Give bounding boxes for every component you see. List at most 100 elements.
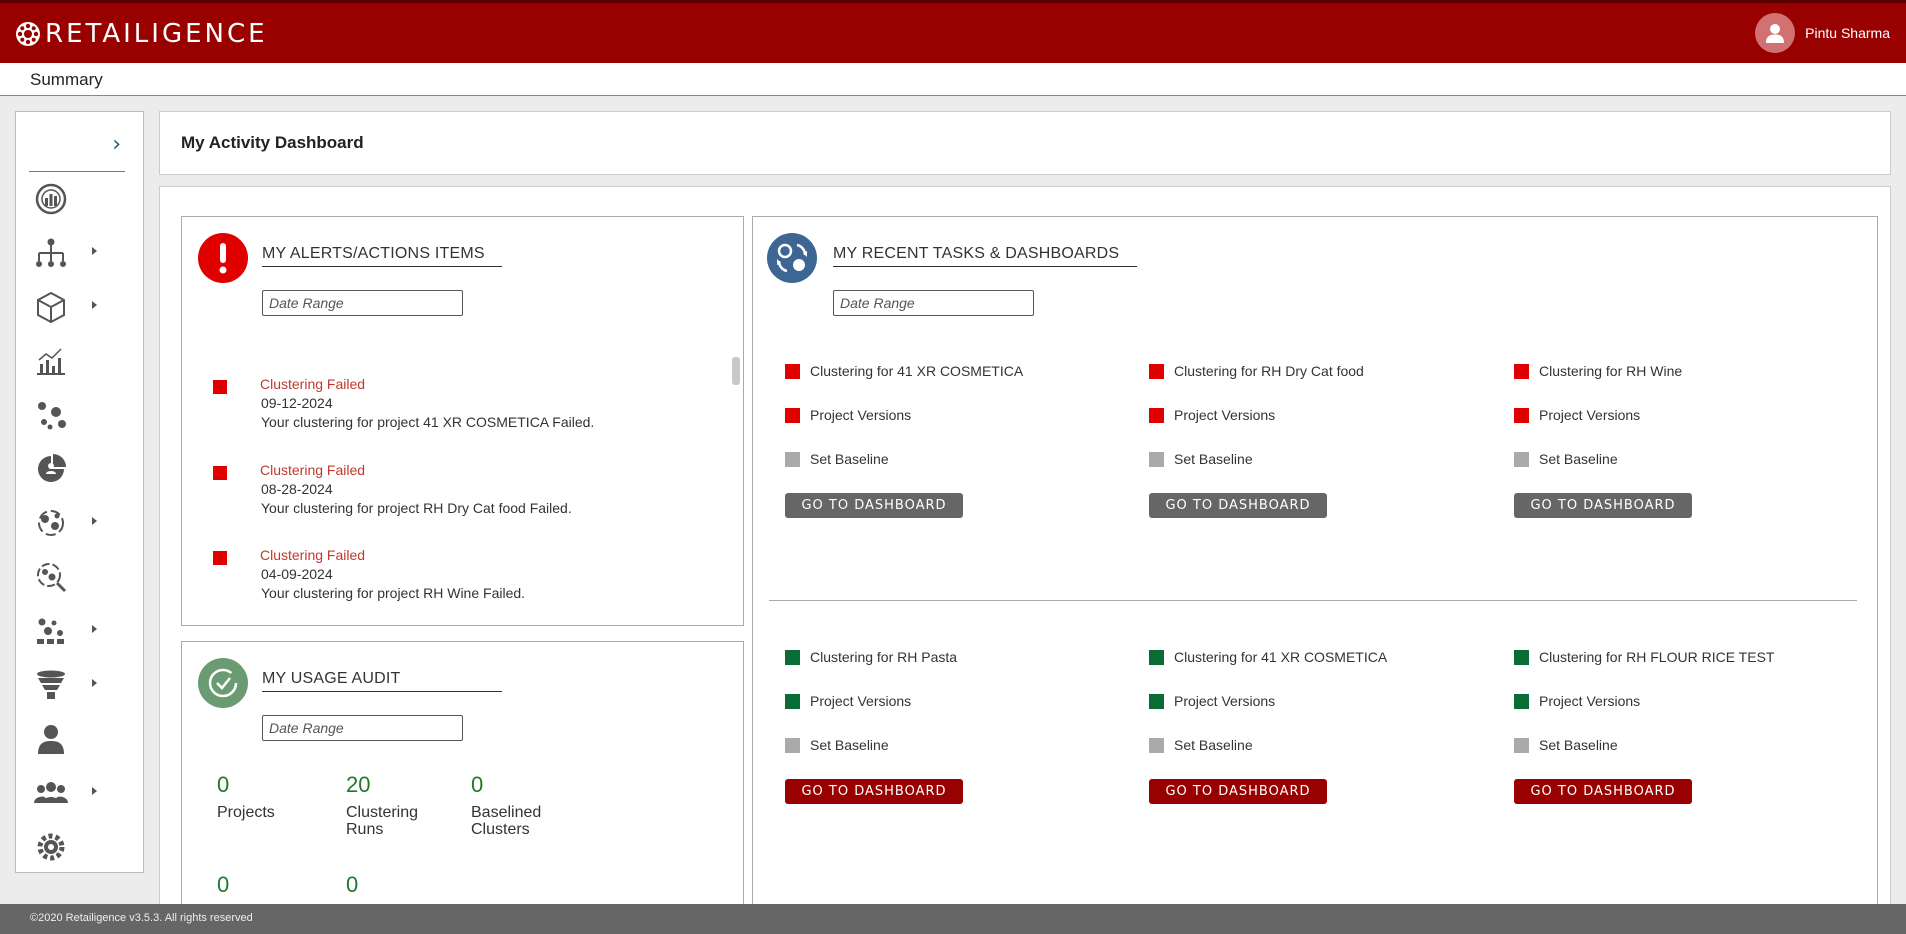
alerts-scrollbar[interactable] (732, 357, 740, 385)
task-name[interactable]: Clustering for 41 XR COSMETICA (1174, 649, 1387, 665)
usage-date-range-input[interactable] (262, 715, 463, 741)
sidebar-item-users[interactable] (34, 773, 104, 813)
usage-panel: MY USAGE AUDIT 0 Projects 20 Clustering … (181, 641, 744, 905)
project-versions-row[interactable]: Project Versions (1514, 691, 1640, 711)
set-baseline-link[interactable]: Set Baseline (1539, 737, 1618, 753)
status-indicator (1514, 363, 1529, 379)
avatar[interactable] (1755, 13, 1796, 53)
brand-name: RETAILIGENCE (45, 19, 268, 49)
go-to-dashboard-button[interactable]: GO TO DASHBOARD (1514, 779, 1692, 804)
go-to-dashboard-button[interactable]: GO TO DASHBOARD (1149, 779, 1327, 804)
user-icon (38, 725, 64, 754)
set-baseline-row[interactable]: Set Baseline (1149, 735, 1253, 755)
tasks-date-range-input[interactable] (833, 290, 1034, 316)
cluster-search-icon (37, 563, 67, 593)
task-name-row[interactable]: Clustering for 41 XR COSMETICA (785, 361, 1023, 381)
project-versions-link[interactable]: Project Versions (1539, 407, 1640, 423)
list-item[interactable]: Clustering Failed 04-09-2024 Your cluste… (182, 547, 682, 617)
status-indicator (1149, 737, 1164, 753)
list-item[interactable]: Clustering Failed 09-12-2024 Your cluste… (182, 376, 682, 446)
project-versions-link[interactable]: Project Versions (810, 407, 911, 423)
set-baseline-row[interactable]: Set Baseline (785, 449, 889, 469)
set-baseline-link[interactable]: Set Baseline (1174, 737, 1253, 753)
project-versions-link[interactable]: Project Versions (1174, 693, 1275, 709)
alert-status-indicator (213, 551, 227, 565)
go-to-dashboard-button[interactable]: GO TO DASHBOARD (785, 779, 963, 804)
project-versions-link[interactable]: Project Versions (810, 693, 911, 709)
task-name[interactable]: Clustering for RH FLOUR RICE TEST (1539, 649, 1774, 665)
task-name[interactable]: Clustering for RH Wine (1539, 363, 1682, 379)
cluster-cycle-icon (38, 510, 64, 536)
settings-brain-icon (37, 833, 65, 861)
go-to-dashboard-button[interactable]: GO TO DASHBOARD (1149, 493, 1327, 518)
status-indicator (1514, 407, 1529, 423)
copyright-text: ©2020 Retailigence v3.5.3. All rights re… (30, 912, 253, 924)
go-to-dashboard-button[interactable]: GO TO DASHBOARD (785, 493, 963, 518)
set-baseline-link[interactable]: Set Baseline (1174, 451, 1253, 467)
list-item[interactable]: Clustering Failed 08-28-2024 Your cluste… (182, 462, 682, 532)
task-name-row[interactable]: Clustering for RH Wine (1514, 361, 1682, 381)
chevron-right-icon[interactable]: › (112, 134, 121, 156)
sidebar-item-settings[interactable] (34, 827, 104, 867)
sidebar-item-funnel[interactable] (34, 665, 104, 705)
status-indicator (1149, 363, 1164, 379)
sidebar-item-cube[interactable] (34, 287, 104, 327)
sidebar-item-hierarchy[interactable] (34, 233, 104, 273)
set-baseline-row[interactable]: Set Baseline (1514, 449, 1618, 469)
alert-title[interactable]: Clustering Failed (260, 547, 365, 563)
sidebar-item-cluster-cycle[interactable] (34, 503, 104, 543)
brand-logo[interactable]: RETAILIGENCE (15, 20, 268, 48)
alert-message: Your clustering for project 41 XR COSMET… (261, 414, 595, 430)
stat-label-baselined-clusters-2: Clusters (471, 821, 530, 838)
clustering-icon (38, 402, 66, 430)
stat-value-baselined-clusters: 0 (471, 772, 484, 797)
status-indicator (1149, 693, 1164, 709)
sidebar-item-user[interactable] (34, 719, 104, 759)
sidebar-item-cluster-search[interactable] (34, 557, 104, 597)
sidebar-item-segments[interactable] (34, 449, 104, 489)
go-to-dashboard-button[interactable]: GO TO DASHBOARD (1514, 493, 1692, 518)
stat-value-clustering-runs: 20 (346, 772, 371, 797)
task-name-row[interactable]: Clustering for RH FLOUR RICE TEST (1514, 647, 1774, 667)
refresh-check-icon (198, 658, 248, 708)
set-baseline-row[interactable]: Set Baseline (1149, 449, 1253, 469)
status-indicator (785, 649, 800, 665)
task-name[interactable]: Clustering for 41 XR COSMETICA (810, 363, 1023, 379)
set-baseline-link[interactable]: Set Baseline (1539, 451, 1618, 467)
footer: ©2020 Retailigence v3.5.3. All rights re… (0, 904, 1906, 934)
status-indicator (785, 737, 800, 753)
project-versions-row[interactable]: Project Versions (785, 691, 911, 711)
task-name-row[interactable]: Clustering for RH Dry Cat food (1149, 361, 1364, 381)
set-baseline-row[interactable]: Set Baseline (1514, 735, 1618, 755)
task-name-row[interactable]: Clustering for 41 XR COSMETICA (1149, 647, 1387, 667)
submenu-caret-icon (92, 301, 97, 309)
project-versions-link[interactable]: Project Versions (1539, 693, 1640, 709)
brand-gear-icon (16, 22, 40, 46)
alert-title[interactable]: Clustering Failed (260, 376, 365, 392)
user-menu[interactable]: Pintu Sharma (1755, 13, 1890, 53)
task-name[interactable]: Clustering for RH Pasta (810, 649, 957, 665)
set-baseline-link[interactable]: Set Baseline (810, 451, 889, 467)
project-versions-row[interactable]: Project Versions (1149, 691, 1275, 711)
project-versions-row[interactable]: Project Versions (1149, 405, 1275, 425)
task-name-row[interactable]: Clustering for RH Pasta (785, 647, 957, 667)
set-baseline-link[interactable]: Set Baseline (810, 737, 889, 753)
analytics-chart-icon (37, 348, 65, 375)
project-versions-row[interactable]: Project Versions (785, 405, 911, 425)
sidebar-item-dashboard[interactable] (34, 179, 104, 219)
task-name[interactable]: Clustering for RH Dry Cat food (1174, 363, 1364, 379)
sidebar-item-analytics[interactable] (34, 341, 104, 381)
sidebar-item-cluster-grid[interactable] (34, 611, 104, 651)
status-indicator (1514, 693, 1529, 709)
sidebar-toggle[interactable]: › (29, 112, 125, 172)
alert-exclamation-icon (198, 233, 248, 283)
set-baseline-row[interactable]: Set Baseline (785, 735, 889, 755)
cluster-grid-icon (37, 618, 64, 644)
user-name[interactable]: Pintu Sharma (1805, 25, 1890, 41)
project-versions-row[interactable]: Project Versions (1514, 405, 1640, 425)
sidebar-item-clustering[interactable] (34, 395, 104, 435)
alert-title[interactable]: Clustering Failed (260, 462, 365, 478)
project-versions-link[interactable]: Project Versions (1174, 407, 1275, 423)
alerts-date-range-input[interactable] (262, 290, 463, 316)
divider (769, 600, 1857, 601)
